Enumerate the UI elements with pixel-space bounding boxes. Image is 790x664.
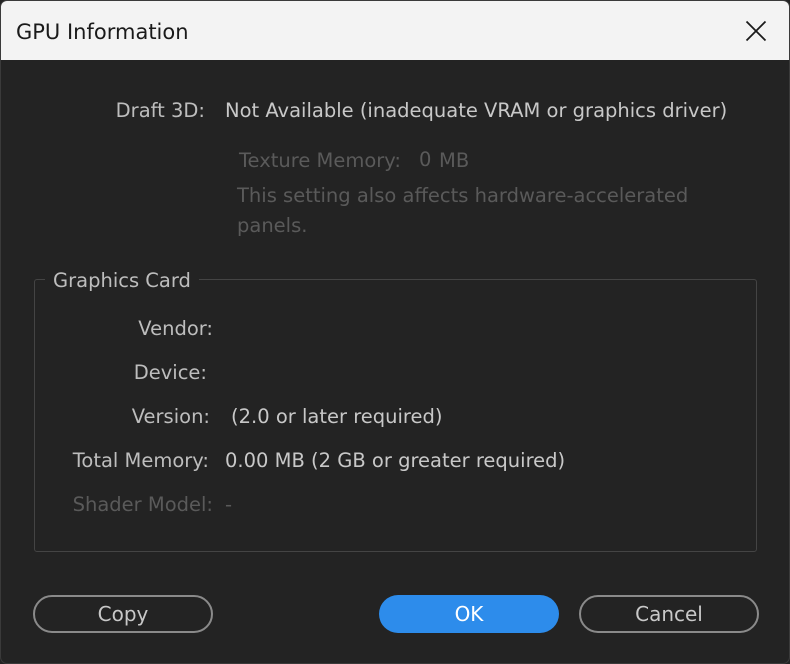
texture-memory-unit: MB [439,149,470,172]
shader-model-label: Shader Model: [72,493,213,516]
window-title: GPU Information [16,20,189,44]
total-memory-label: Total Memory: [72,449,209,472]
copy-button[interactable]: Copy [33,595,213,633]
shader-model-value: - [225,493,233,516]
close-icon [745,20,767,42]
vendor-label: Vendor: [138,317,213,340]
cancel-button[interactable]: Cancel [579,595,759,633]
graphics-card-group-title: Graphics Card [45,268,199,294]
total-memory-value: 0.00 MB (2 GB or greater required) [225,449,566,472]
texture-memory-label: Texture Memory: [238,149,401,172]
gpu-information-dialog: GPU Information Draft 3D: Not Available … [0,0,790,664]
device-label: Device: [133,361,207,384]
draft-3d-note-line-2: panels. [237,214,308,237]
texture-memory-value: 0 [419,148,432,171]
draft-3d-label: Draft 3D: [115,99,205,122]
close-button[interactable] [729,9,783,53]
title-bar: GPU Information [1,1,789,60]
ok-button[interactable]: OK [379,595,559,633]
draft-3d-note-line-1: This setting also affects hardware-accel… [237,184,689,207]
version-value: (2.0 or later required) [231,405,443,428]
version-label: Version: [131,405,210,428]
draft-3d-value: Not Available (inadequate VRAM or graphi… [225,99,728,122]
